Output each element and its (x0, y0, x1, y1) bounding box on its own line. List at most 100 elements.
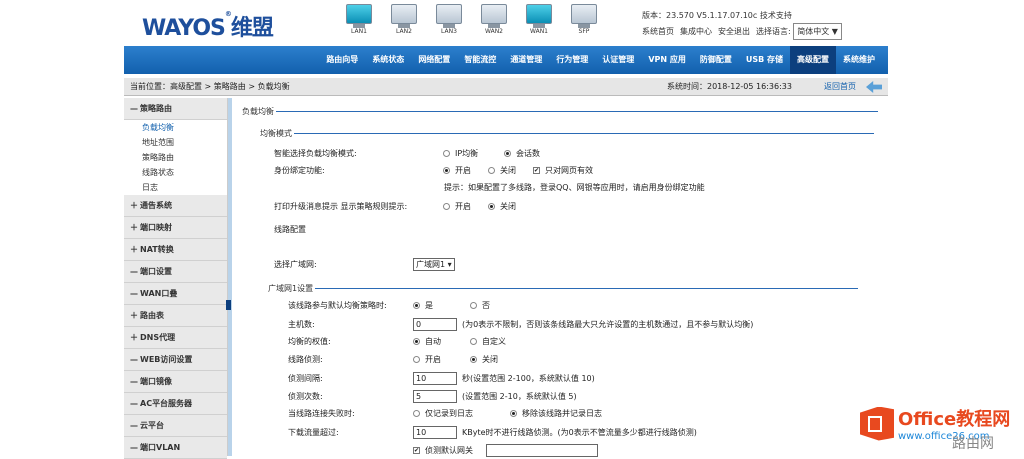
wan-select[interactable]: 广域网1 ▾ (413, 258, 455, 271)
multi-yes-radio[interactable] (413, 302, 420, 309)
office-logo-icon (860, 406, 894, 441)
sidebar-item-0-0[interactable]: 负载均衡 (124, 120, 227, 135)
nav-item-10[interactable]: 高级配置 (790, 46, 836, 74)
sidebar-group-9[interactable]: — 端口镜像 (124, 371, 227, 393)
wayos-logo: WAYOS®维盟 (142, 10, 274, 41)
count-input[interactable]: 5 (413, 390, 457, 403)
expand-icon: — (130, 104, 138, 113)
sidebar-item-0-1[interactable]: 地址范围 (124, 135, 227, 150)
detect-row: 线路侦测: 开启 关闭 (288, 354, 498, 365)
content-area: 负载均衡 均衡模式 智能选择负载均衡模式: IP均衡 会话数 身份绑定功能: 开… (238, 98, 882, 457)
gateway-input[interactable] (486, 444, 598, 457)
gateway-label: 侦测默认网关 (425, 446, 473, 455)
sidebar-group-label: 端口设置 (140, 267, 172, 276)
tip-on-radio[interactable] (443, 203, 450, 210)
sidebar-group-7[interactable]: ＋ DNS代理 (124, 327, 227, 349)
nav-item-8[interactable]: 防御配置 (693, 46, 739, 74)
sidebar-item-0-4[interactable]: 日志 (124, 180, 227, 195)
integration-link[interactable]: 集成中心 (680, 27, 712, 36)
weight-custom-label: 自定义 (482, 337, 506, 346)
port-lan2-icon: LAN2 (387, 4, 421, 35)
nav-item-7[interactable]: VPN 应用 (641, 46, 693, 74)
sidebar-group-label: 端口镜像 (140, 377, 172, 386)
sidebar-group-8[interactable]: — WEB访问设置 (124, 349, 227, 371)
nav-item-4[interactable]: 通道管理 (503, 46, 549, 74)
weight-auto-radio[interactable] (413, 338, 420, 345)
bind-off-radio[interactable] (488, 167, 495, 174)
gateway-checkbox[interactable]: ✔ (413, 447, 420, 454)
interval-hint: 秒(设置范围 2-100，系统默认值 10) (462, 374, 595, 383)
select-wan-row: 选择广域网: 广域网1 ▾ (274, 258, 455, 271)
port-label: SFP (578, 28, 590, 35)
port-wan1-icon: WAN1 (522, 4, 556, 35)
mode-title: 均衡模式 (260, 129, 292, 138)
back-home-link[interactable]: 返回首页 (824, 78, 856, 96)
sidebar-group-label: WAN口叠 (140, 289, 178, 298)
port-label: LAN3 (441, 28, 457, 35)
sidebar-group-3[interactable]: ＋ NAT转换 (124, 239, 227, 261)
sidebar-group-label: WEB访问设置 (140, 355, 193, 364)
language-select[interactable]: 简体中文 ▼ (793, 23, 842, 40)
smart-mode-label: 智能选择负载均衡模式: (274, 149, 357, 158)
detect-on-radio[interactable] (413, 356, 420, 363)
port-status-bar: LAN1 LAN2 LAN3 WAN2 WAN1 SFP (342, 4, 601, 35)
port-label: WAN2 (484, 28, 503, 35)
multi-no-label: 否 (482, 301, 490, 310)
smart-ip-radio[interactable] (443, 150, 450, 157)
sidebar-group-1[interactable]: ＋通告系统 (124, 195, 227, 217)
sidebar-group-11[interactable]: — 云平台 (124, 415, 227, 437)
bind-off-label: 关闭 (500, 166, 516, 175)
sidebar-item-0-2[interactable]: 策略路由 (124, 150, 227, 165)
logout-link[interactable]: 安全退出 (718, 27, 750, 36)
detect-on-label: 开启 (425, 355, 441, 364)
collapse-arrow-icon[interactable] (226, 300, 231, 310)
detect-label: 线路侦测: (288, 355, 323, 364)
detect-off-radio[interactable] (470, 356, 477, 363)
sidebar-group-label: 端口VLAN (140, 443, 181, 452)
sidebar-splitter[interactable] (228, 98, 232, 456)
nav-item-2[interactable]: 网络配置 (411, 46, 457, 74)
sidebar-group-label: 策略路由 (140, 104, 172, 113)
tech-support-link[interactable]: 技术支持 (760, 11, 792, 20)
tip-label: 打印升级消息提示 显示策略规则提示: (274, 202, 408, 211)
port-label: LAN1 (351, 28, 367, 35)
nav-item-1[interactable]: 系统状态 (365, 46, 411, 74)
sidebar-group-5[interactable]: — WAN口叠 (124, 283, 227, 305)
sidebar-item-0-3[interactable]: 线路状态 (124, 165, 227, 180)
interval-input[interactable]: 10 (413, 372, 457, 385)
tip-off-radio[interactable] (488, 203, 495, 210)
nav-item-3[interactable]: 智能流控 (457, 46, 503, 74)
tip-off-label: 关闭 (500, 202, 516, 211)
tip-on-label: 开启 (455, 202, 471, 211)
home-link[interactable]: 系统首页 (642, 27, 674, 36)
section-title: 负载均衡 (242, 107, 274, 116)
sidebar-group-6[interactable]: ＋路由表 (124, 305, 227, 327)
sidebar-group-0[interactable]: — 策略路由 (124, 98, 227, 120)
bind-on-radio[interactable] (443, 167, 450, 174)
nav-item-11[interactable]: 系统维护 (836, 46, 882, 74)
back-arrow-icon[interactable] (866, 81, 882, 93)
web-only-checkbox[interactable]: ✔ (533, 167, 540, 174)
drop-label: 当线路连接失败时: (288, 409, 355, 418)
multi-no-radio[interactable] (470, 302, 477, 309)
bind-label: 身份绑定功能: (274, 166, 325, 175)
expand-icon: — (130, 355, 138, 364)
bind-row: 身份绑定功能: 开启 关闭 ✔ 只对网页有效 (274, 165, 593, 176)
breadcrumb: 当前位置：高级配置 > 策略路由 > 负载均衡 (130, 82, 290, 91)
nav-item-5[interactable]: 行为管理 (549, 46, 595, 74)
sidebar-group-10[interactable]: — AC平台服务器 (124, 393, 227, 415)
nav-item-0[interactable]: 路由向导 (319, 46, 365, 74)
weight-custom-radio[interactable] (470, 338, 477, 345)
traffic-input[interactable]: 10 (413, 426, 457, 439)
drop-log-radio[interactable] (413, 410, 420, 417)
hosts-input[interactable]: 0 (413, 318, 457, 331)
smart-session-radio[interactable] (504, 150, 511, 157)
sidebar-group-2[interactable]: ＋端口映射 (124, 217, 227, 239)
sidebar-group-4[interactable]: — 端口设置 (124, 261, 227, 283)
traffic-label: 下载流量超过: (288, 428, 339, 437)
nav-item-9[interactable]: USB 存储 (739, 46, 790, 74)
nav-item-6[interactable]: 认证管理 (595, 46, 641, 74)
drop-remove-radio[interactable] (510, 410, 517, 417)
system-info: 版本：23.570 V5.1.17.07.10c 技术支持 系统首页 集成中心 安全… (642, 8, 842, 40)
version-text: 版本：23.570 V5.1.17.07.10c (642, 11, 758, 20)
